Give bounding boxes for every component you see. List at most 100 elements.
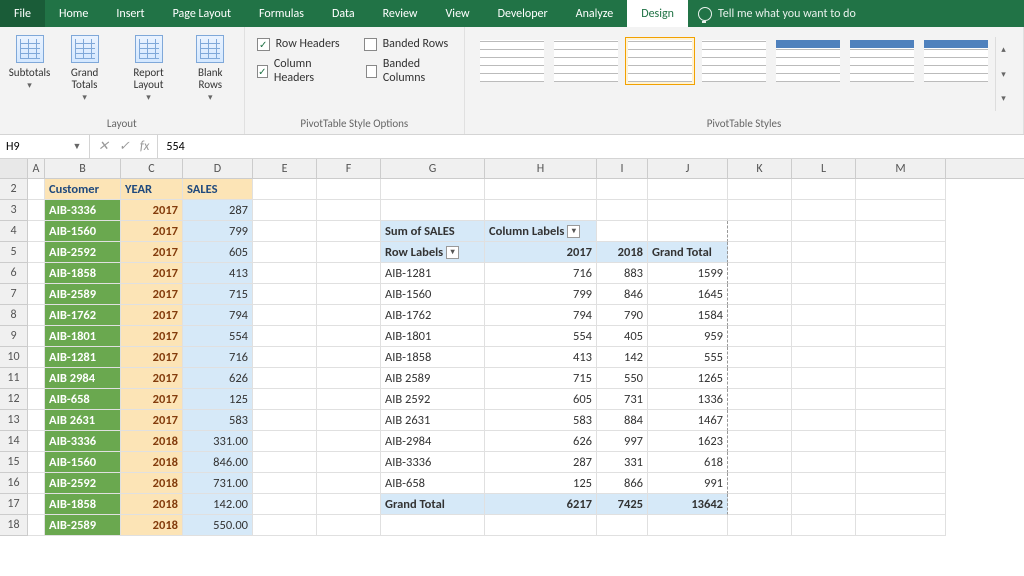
col-header[interactable]: L [792, 159, 856, 178]
cell[interactable] [728, 263, 792, 284]
cell[interactable]: 2017 [121, 221, 183, 242]
row-header[interactable]: 4 [0, 221, 28, 242]
style-thumb[interactable] [477, 37, 547, 85]
cell[interactable] [253, 389, 317, 410]
cell[interactable]: 997 [597, 431, 648, 452]
cell[interactable] [253, 263, 317, 284]
col-header[interactable]: K [728, 159, 792, 178]
cell[interactable] [317, 347, 381, 368]
cell[interactable] [28, 494, 45, 515]
cell[interactable] [28, 305, 45, 326]
cell[interactable]: AIB-2592 [45, 473, 121, 494]
cell[interactable] [317, 452, 381, 473]
cell[interactable] [28, 284, 45, 305]
row-header[interactable]: 7 [0, 284, 28, 305]
cell[interactable] [28, 179, 45, 200]
cell[interactable] [381, 515, 485, 536]
cell[interactable]: 626 [485, 431, 597, 452]
cell[interactable]: 866 [597, 473, 648, 494]
cell[interactable] [792, 179, 856, 200]
cell[interactable] [28, 389, 45, 410]
blank-rows-button[interactable]: Blank Rows▾ [185, 31, 236, 105]
cancel-icon[interactable]: ✕ [98, 139, 109, 154]
cell[interactable]: 2017 [121, 347, 183, 368]
cell[interactable] [253, 179, 317, 200]
cell[interactable] [856, 263, 946, 284]
cell[interactable] [253, 326, 317, 347]
cell[interactable]: 142.00 [183, 494, 253, 515]
cell[interactable] [317, 305, 381, 326]
cell[interactable] [28, 410, 45, 431]
cell[interactable] [253, 410, 317, 431]
cell[interactable] [648, 515, 728, 536]
col-header[interactable]: E [253, 159, 317, 178]
cell[interactable]: 794 [485, 305, 597, 326]
row-header[interactable]: 2 [0, 179, 28, 200]
cell[interactable] [792, 452, 856, 473]
style-thumb[interactable] [921, 37, 991, 85]
cell[interactable] [28, 473, 45, 494]
cell[interactable] [28, 263, 45, 284]
name-box-dropdown[interactable]: ▼ [68, 141, 86, 152]
col-header[interactable]: M [856, 159, 946, 178]
cell[interactable] [728, 473, 792, 494]
cell[interactable]: 731 [597, 389, 648, 410]
cell[interactable] [792, 200, 856, 221]
cell[interactable]: AIB-1858 [381, 347, 485, 368]
cell[interactable]: 2017 [121, 263, 183, 284]
cell[interactable] [28, 515, 45, 536]
cell[interactable] [597, 515, 648, 536]
cell[interactable] [792, 263, 856, 284]
style-thumb[interactable] [551, 37, 621, 85]
cell[interactable]: Row Labels▾ [381, 242, 485, 263]
cell[interactable] [728, 389, 792, 410]
cell[interactable]: 883 [597, 263, 648, 284]
cell[interactable] [792, 284, 856, 305]
cell[interactable] [728, 284, 792, 305]
cell[interactable] [792, 242, 856, 263]
cell[interactable]: 846.00 [183, 452, 253, 473]
cell[interactable] [648, 200, 728, 221]
cell[interactable] [792, 473, 856, 494]
cell[interactable]: 1599 [648, 263, 728, 284]
cell[interactable]: AIB-1560 [45, 452, 121, 473]
cell[interactable]: Grand Total [381, 494, 485, 515]
cell[interactable]: Column Labels▾ [485, 221, 597, 242]
cell[interactable] [28, 431, 45, 452]
row-header[interactable]: 17 [0, 494, 28, 515]
cell[interactable]: 716 [485, 263, 597, 284]
cell[interactable]: AIB-1560 [381, 284, 485, 305]
cell[interactable]: 2017 [121, 389, 183, 410]
style-thumb-selected[interactable] [625, 37, 695, 85]
cell[interactable] [792, 305, 856, 326]
tab-data[interactable]: Data [318, 0, 369, 27]
cell[interactable]: 2017 [121, 368, 183, 389]
row-header[interactable]: 14 [0, 431, 28, 452]
cell[interactable] [856, 179, 946, 200]
cell[interactable]: 794 [183, 305, 253, 326]
cell[interactable] [597, 200, 648, 221]
column-headers-check[interactable]: ✓Column Headers [257, 57, 342, 85]
style-thumb[interactable] [847, 37, 917, 85]
cell[interactable]: 2018 [121, 473, 183, 494]
cell[interactable] [28, 452, 45, 473]
cell[interactable] [648, 221, 728, 242]
tab-page-layout[interactable]: Page Layout [159, 0, 245, 27]
cell[interactable]: 884 [597, 410, 648, 431]
cell[interactable]: 715 [183, 284, 253, 305]
cell[interactable] [597, 221, 648, 242]
tab-view[interactable]: View [432, 0, 484, 27]
cell[interactable] [253, 305, 317, 326]
cell[interactable]: 2018 [597, 242, 648, 263]
cell[interactable]: 2017 [121, 305, 183, 326]
cell[interactable] [792, 389, 856, 410]
gallery-scroll[interactable]: ▴▾▾ [995, 37, 1011, 111]
cell[interactable] [648, 179, 728, 200]
cell[interactable]: AIB-2589 [45, 284, 121, 305]
cell[interactable] [317, 179, 381, 200]
row-header[interactable]: 6 [0, 263, 28, 284]
cell[interactable] [728, 242, 792, 263]
col-header[interactable]: H [485, 159, 597, 178]
formula-input[interactable] [158, 140, 1024, 154]
row-header[interactable]: 13 [0, 410, 28, 431]
